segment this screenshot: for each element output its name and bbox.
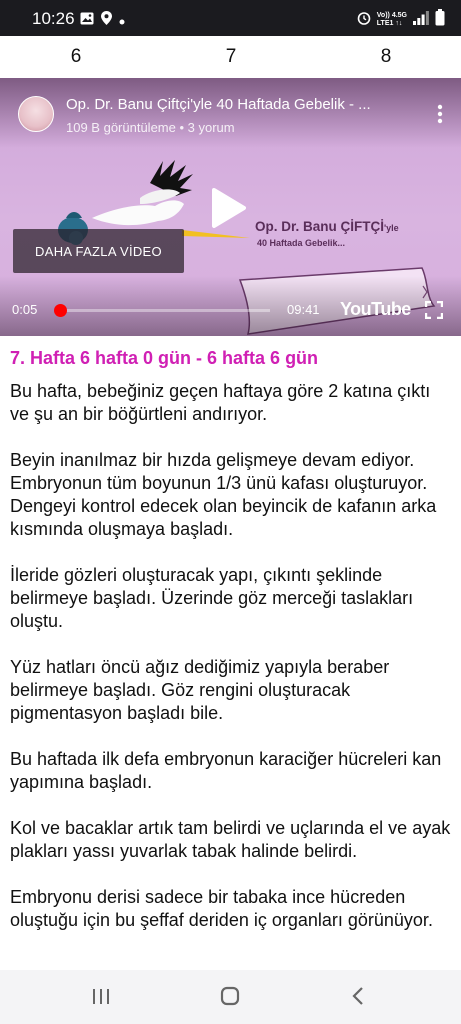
video-top-shade xyxy=(0,78,461,148)
back-icon[interactable] xyxy=(352,987,364,1010)
recents-icon[interactable] xyxy=(92,988,110,1010)
video-progress-bar[interactable] xyxy=(53,304,270,317)
week-tab-7[interactable]: 7 xyxy=(211,46,251,68)
article-paragraph: Embryonu derisi sadece bir tabaka ince h… xyxy=(10,887,433,930)
article-paragraph: Bu haftada ilk defa embryonun karaciğer … xyxy=(10,749,442,792)
system-nav-bar xyxy=(0,970,461,1024)
dot-icon xyxy=(119,12,125,30)
network-indicator: Vo)) 4.5G LTE1 ↑↓ xyxy=(377,12,407,28)
video-player[interactable]: Op. Dr. Banu Çiftçi'yle 40 Haftada Gebel… xyxy=(0,78,461,336)
week-heading: 7. Hafta 6 hafta 0 gün - 6 hafta 6 gün xyxy=(10,348,319,368)
video-total-time: 09:41 xyxy=(287,302,320,317)
home-icon[interactable] xyxy=(220,986,240,1011)
article: 7. Hafta 6 hafta 0 gün - 6 hafta 6 gün B… xyxy=(10,348,451,955)
article-paragraph: Beyin inanılmaz bir hızda gelişmeye deva… xyxy=(10,450,437,539)
week-selector: 6 7 8 xyxy=(0,36,461,78)
video-progress-knob[interactable] xyxy=(53,304,67,317)
status-notification-icons xyxy=(80,11,125,30)
more-vert-icon[interactable] xyxy=(437,104,443,129)
article-paragraph: Kol ve bacaklar artık tam belirdi ve uçl… xyxy=(10,818,451,861)
ribbon-title-main: Op. Dr. Banu ÇİFTÇİ xyxy=(255,219,385,234)
ribbon-title: Op. Dr. Banu ÇİFTÇİ'yle xyxy=(255,219,399,234)
network-top-label: Vo)) 4.5G xyxy=(376,12,407,19)
more-videos-button[interactable]: DAHA FAZLA VİDEO xyxy=(13,229,184,273)
fullscreen-icon[interactable] xyxy=(424,300,444,324)
location-icon xyxy=(101,11,112,30)
video-meta: 109 B görüntüleme • 3 yorum xyxy=(66,120,235,135)
image-icon xyxy=(80,12,94,30)
alarm-icon xyxy=(357,11,371,30)
channel-avatar[interactable] xyxy=(18,96,54,132)
ribbon-title-suffix: 'yle xyxy=(384,223,399,233)
week-tab-8[interactable]: 8 xyxy=(366,46,406,68)
article-paragraph: Yüz hatları öncü ağız dediğimiz yapıyla … xyxy=(10,657,390,723)
battery-icon xyxy=(435,9,445,31)
ribbon-subtitle: 40 Haftada Gebelik... xyxy=(257,238,346,248)
status-time: 10:26 xyxy=(32,9,75,28)
youtube-logo[interactable]: YouTube xyxy=(340,299,411,320)
play-icon[interactable] xyxy=(208,186,248,235)
article-paragraph: Bu hafta, bebeğiniz geçen haftaya göre 2… xyxy=(10,381,431,424)
week-tab-6[interactable]: 6 xyxy=(56,46,96,68)
status-bar: 10:26 Vo)) 4.5G LTE1 ↑↓ xyxy=(0,0,461,36)
video-current-time: 0:05 xyxy=(12,302,38,317)
video-title[interactable]: Op. Dr. Banu Çiftçi'yle 40 Haftada Gebel… xyxy=(66,96,416,113)
status-system-icons: Vo)) 4.5G LTE1 ↑↓ xyxy=(357,9,445,31)
network-bottom-label: LTE1 ↑↓ xyxy=(376,20,403,27)
signal-icon xyxy=(413,10,429,30)
article-paragraph: İleride gözleri oluşturacak yapı, çıkınt… xyxy=(10,565,414,631)
